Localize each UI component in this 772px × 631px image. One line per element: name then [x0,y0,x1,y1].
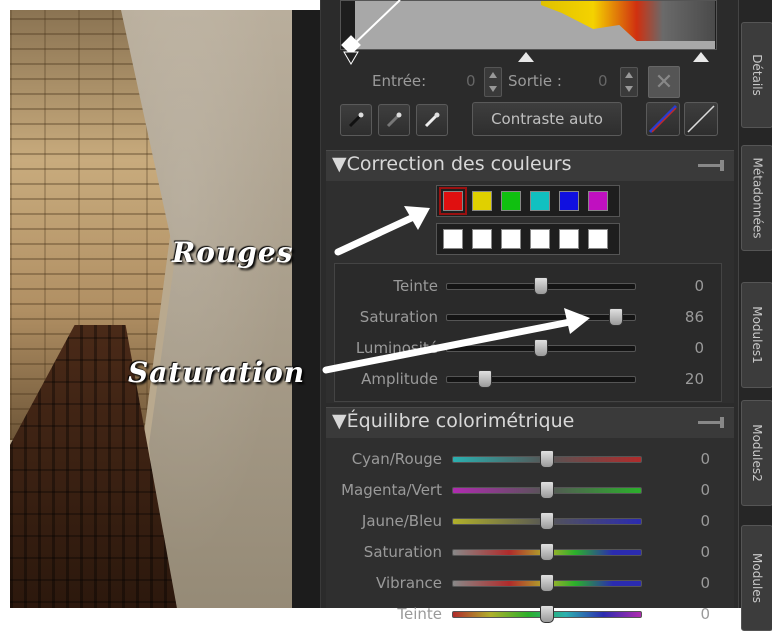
slider-label: Vibrance [376,574,442,592]
annotation-rouges: Rouges [172,236,294,269]
slider-thumb[interactable] [540,574,554,592]
midpoint-marker-icon[interactable] [518,52,534,62]
panel-gutter [292,10,320,608]
input-stepper[interactable] [484,67,502,97]
photo-preview [10,10,292,608]
input-label: Entrée: [372,72,427,90]
side-tab-label: Détails [750,54,765,96]
eyedropper-icon [386,112,402,128]
color-balance-header[interactable]: ▼Équilibre colorimétrique [326,407,734,439]
curve-line-icon [341,0,401,65]
color-correction-title: ▼Correction des couleurs [332,153,572,175]
linear-curve-icon [687,105,715,133]
side-tab-label: Modules2 [750,424,764,482]
input-value[interactable]: 0 [466,72,476,90]
color-correction-header[interactable]: ▼Correction des couleurs [326,150,734,182]
pin-icon[interactable] [698,417,724,428]
slider-value: 86 [684,308,704,326]
slider-value: 0 [700,450,710,468]
side-tab-bar: Détails Métadonnées Modules1 Modules2 Module… [738,0,772,631]
side-tab-label: Métadonnées [750,157,765,239]
side-tab-2[interactable]: Métadonnées [741,145,772,251]
auto-contrast-button[interactable]: Contraste auto [472,102,622,136]
output-value[interactable]: 0 [598,72,608,90]
slider-value: 0 [694,277,704,295]
side-tab-1[interactable]: Détails [741,22,772,128]
slider-value: 0 [700,574,710,592]
slider-label: Cyan/Rouge [351,450,442,468]
slider-thumb[interactable] [540,543,554,561]
slider-thumb[interactable] [540,450,554,468]
black-eyedropper-button[interactable] [340,104,372,136]
side-tab-3[interactable]: Modules1 [741,282,772,388]
annotation-arrows [322,206,590,374]
slider-value: 0 [700,512,710,530]
side-tab-4[interactable]: Modules2 [741,400,772,506]
slider-value: 0 [694,339,704,357]
slider-thumb[interactable] [540,512,554,530]
slider-label: Saturation [363,543,442,561]
output-label: Sortie : [508,72,562,90]
pin-icon[interactable] [698,160,724,171]
side-tab-label: Modules1 [750,306,764,364]
color-balance-title: ▼Équilibre colorimétrique [332,410,575,432]
slider-value: 0 [700,543,710,561]
eyedropper-icon [348,112,364,128]
white-point-marker-icon[interactable] [693,52,709,62]
eyedropper-icon [424,112,440,128]
slider-label: Jaune/Bleu [361,512,442,530]
slider-label: Magenta/Vert [341,481,442,499]
annotation-saturation: Saturation [128,356,306,389]
slider-thumb[interactable] [540,481,554,499]
slider-value: 0 [700,481,710,499]
rgb-curve-button[interactable] [646,102,680,136]
side-tab-label: Modules [750,553,765,603]
white-eyedropper-button[interactable] [416,104,448,136]
side-tab-5[interactable]: Modules [741,525,772,631]
rgb-curve-icon [648,104,678,134]
slider-value: 20 [684,370,704,388]
grey-eyedropper-button[interactable] [378,104,410,136]
reset-close-button[interactable]: ✕ [648,66,680,98]
output-stepper[interactable] [620,67,638,97]
linear-curve-button[interactable] [684,102,718,136]
